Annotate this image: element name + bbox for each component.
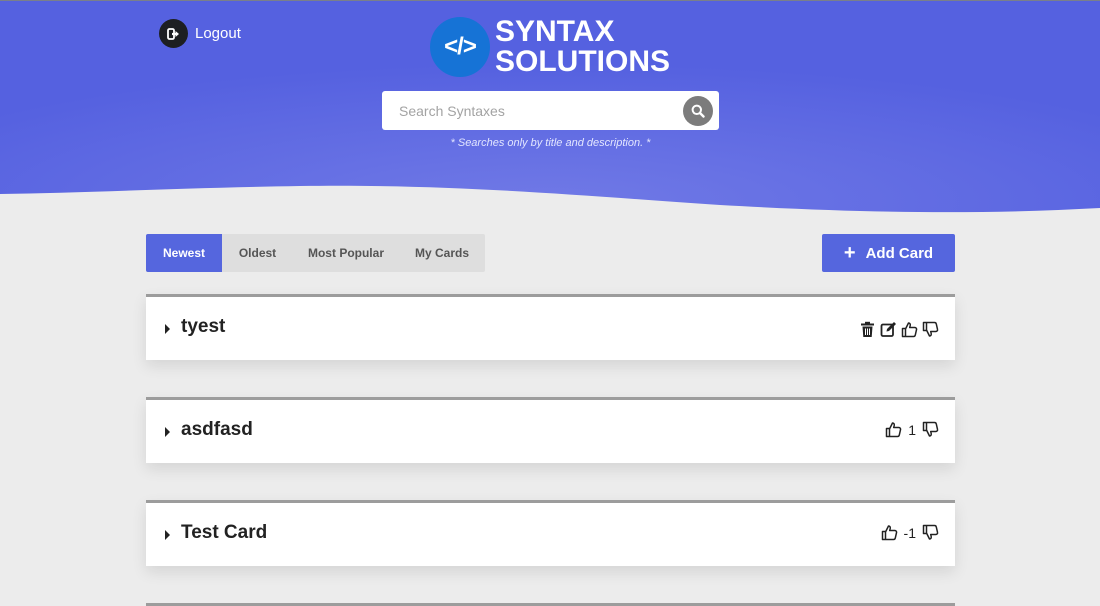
thumbs-up-icon[interactable] [901,321,918,338]
sort-tabs: Newest Oldest Most Popular My Cards [146,234,485,272]
thumbs-up-icon[interactable] [881,524,898,541]
tab-oldest[interactable]: Oldest [222,234,293,272]
logout-button[interactable]: Logout [159,19,241,48]
caret-right-icon[interactable] [165,427,170,437]
brand-name-line2: Solutions [495,45,671,78]
code-brackets-icon: </> [430,17,490,77]
plus-icon: + [843,241,856,264]
card-item[interactable]: Test Card -1 [146,500,955,566]
card-actions: -1 [881,524,939,541]
card-item[interactable]: tyest [146,294,955,360]
search-hint: * Searches only by title and description… [450,137,651,149]
tab-my-cards[interactable]: My Cards [399,234,485,272]
tab-newest[interactable]: Newest [146,234,222,272]
card-actions [859,321,939,338]
thumbs-up-icon[interactable] [885,421,902,438]
header-hero: Logout </> Syntax Solutions * Searches o… [0,0,1100,215]
edit-icon[interactable] [880,321,897,338]
card-title: tyest [181,316,226,337]
brand-name-line1: Syntax [495,15,615,48]
brand-name: Syntax Solutions [495,17,670,77]
search-box [382,91,719,130]
logout-label: Logout [195,25,241,42]
vote-count: -1 [903,524,916,541]
card-title: Test Card [181,522,268,543]
thumbs-down-icon[interactable] [922,524,939,541]
caret-right-icon[interactable] [165,324,170,334]
card-actions: 1 [885,421,939,438]
thumbs-down-icon[interactable] [922,421,939,438]
caret-right-icon[interactable] [165,530,170,540]
add-card-label: Add Card [865,244,934,262]
trash-icon[interactable] [859,321,876,338]
thumbs-down-icon[interactable] [922,321,939,338]
search-icon [691,104,705,118]
search-input[interactable] [397,91,681,130]
window-top-border [0,0,1100,1]
logout-icon [159,19,188,48]
card-item[interactable]: asdfasd 1 [146,397,955,463]
brand-logo: </> Syntax Solutions [430,16,670,78]
add-card-button[interactable]: + Add Card [822,234,955,272]
vote-count: 1 [908,421,916,438]
tab-most-popular[interactable]: Most Popular [293,234,399,272]
search-button[interactable] [683,96,713,126]
card-title: asdfasd [181,419,253,440]
